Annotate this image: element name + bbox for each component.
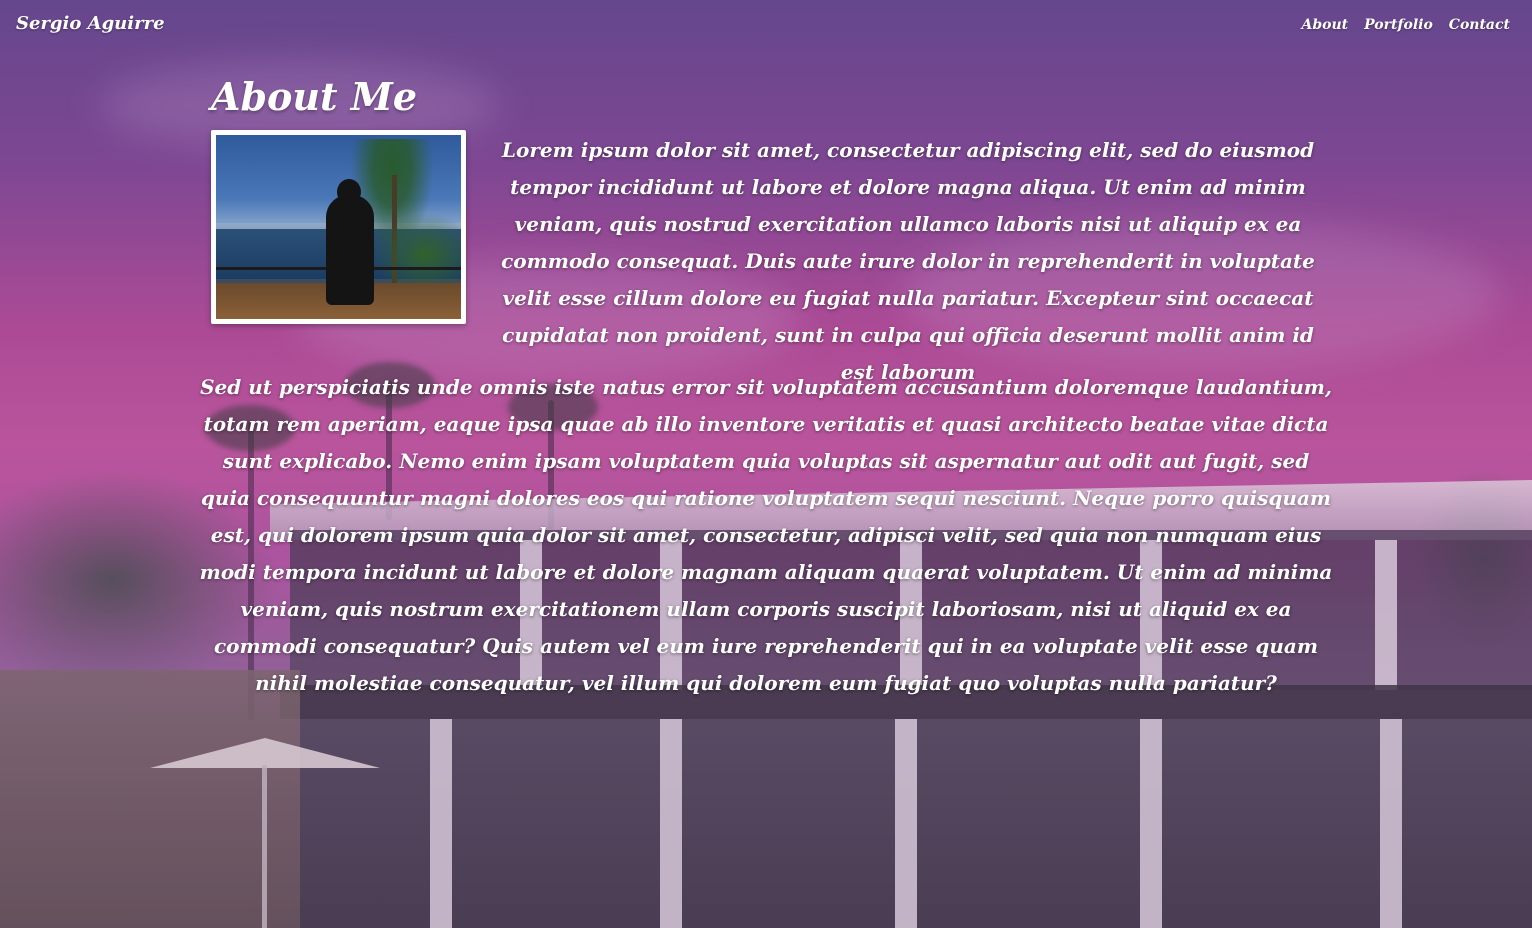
profile-photo (211, 130, 466, 324)
main-nav: About Portfolio Contact (1301, 17, 1510, 33)
photo-foliage (371, 213, 461, 283)
page-heading: About Me (211, 74, 418, 119)
nav-link-portfolio[interactable]: Portfolio (1364, 17, 1433, 33)
site-title[interactable]: Sergio Aguirre (16, 13, 165, 34)
intro-paragraph: Lorem ipsum dolor sit amet, consectetur … (501, 138, 1315, 384)
photo-person (326, 195, 374, 305)
nav-link-about[interactable]: About (1301, 17, 1348, 33)
body-paragraph: Sed ut perspiciatis unde omnis iste natu… (199, 375, 1333, 695)
nav-link-contact[interactable]: Contact (1449, 17, 1510, 33)
